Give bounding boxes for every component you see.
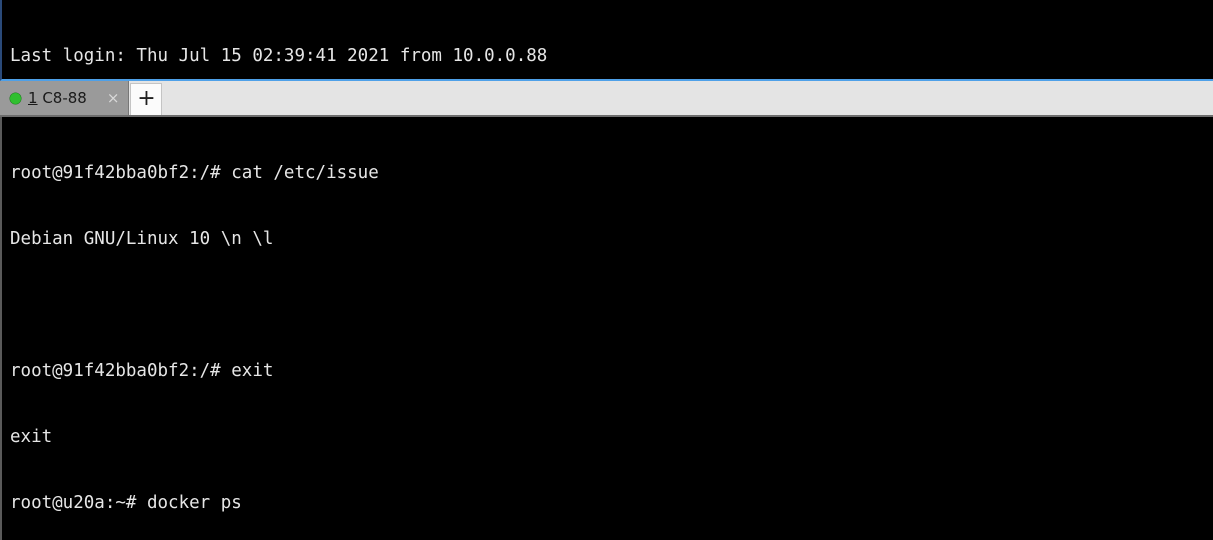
tab-label: 1 C8-88 xyxy=(28,89,87,107)
top-terminal-pane[interactable]: Last login: Thu Jul 15 02:39:41 2021 fro… xyxy=(0,0,1213,82)
terminal-line: root@91f42bba0bf2:/# cat /etc/issue xyxy=(10,163,379,184)
terminal-application-window: Last login: Thu Jul 15 02:39:41 2021 fro… xyxy=(0,0,1213,540)
top-terminal-screen[interactable]: Last login: Thu Jul 15 02:39:41 2021 fro… xyxy=(2,0,1213,79)
terminal-line: root@91f42bba0bf2:/# exit xyxy=(10,361,274,382)
terminal-tab-bar: 1 C8-88 × + xyxy=(0,81,1213,118)
terminal-line: exit xyxy=(10,427,53,448)
terminal-line: Last login: Thu Jul 15 02:39:41 2021 fro… xyxy=(10,46,548,66)
green-status-dot-icon xyxy=(10,92,21,104)
tab-bar-empty-area xyxy=(162,81,1213,116)
bottom-terminal-pane[interactable]: root@91f42bba0bf2:/# cat /etc/issue Debi… xyxy=(0,117,1213,540)
close-icon[interactable]: × xyxy=(104,90,123,106)
tab-title: C8-88 xyxy=(37,89,87,108)
new-tab-button[interactable]: + xyxy=(130,83,163,116)
bottom-terminal-screen[interactable]: root@91f42bba0bf2:/# cat /etc/issue Debi… xyxy=(2,117,1213,540)
terminal-line: Debian GNU/Linux 10 \n \l xyxy=(10,229,274,250)
terminal-line: root@u20a:~# docker ps xyxy=(10,493,242,514)
plus-icon: + xyxy=(137,85,156,111)
tab-c8-88[interactable]: 1 C8-88 × xyxy=(0,81,130,116)
tab-index: 1 xyxy=(28,89,38,108)
